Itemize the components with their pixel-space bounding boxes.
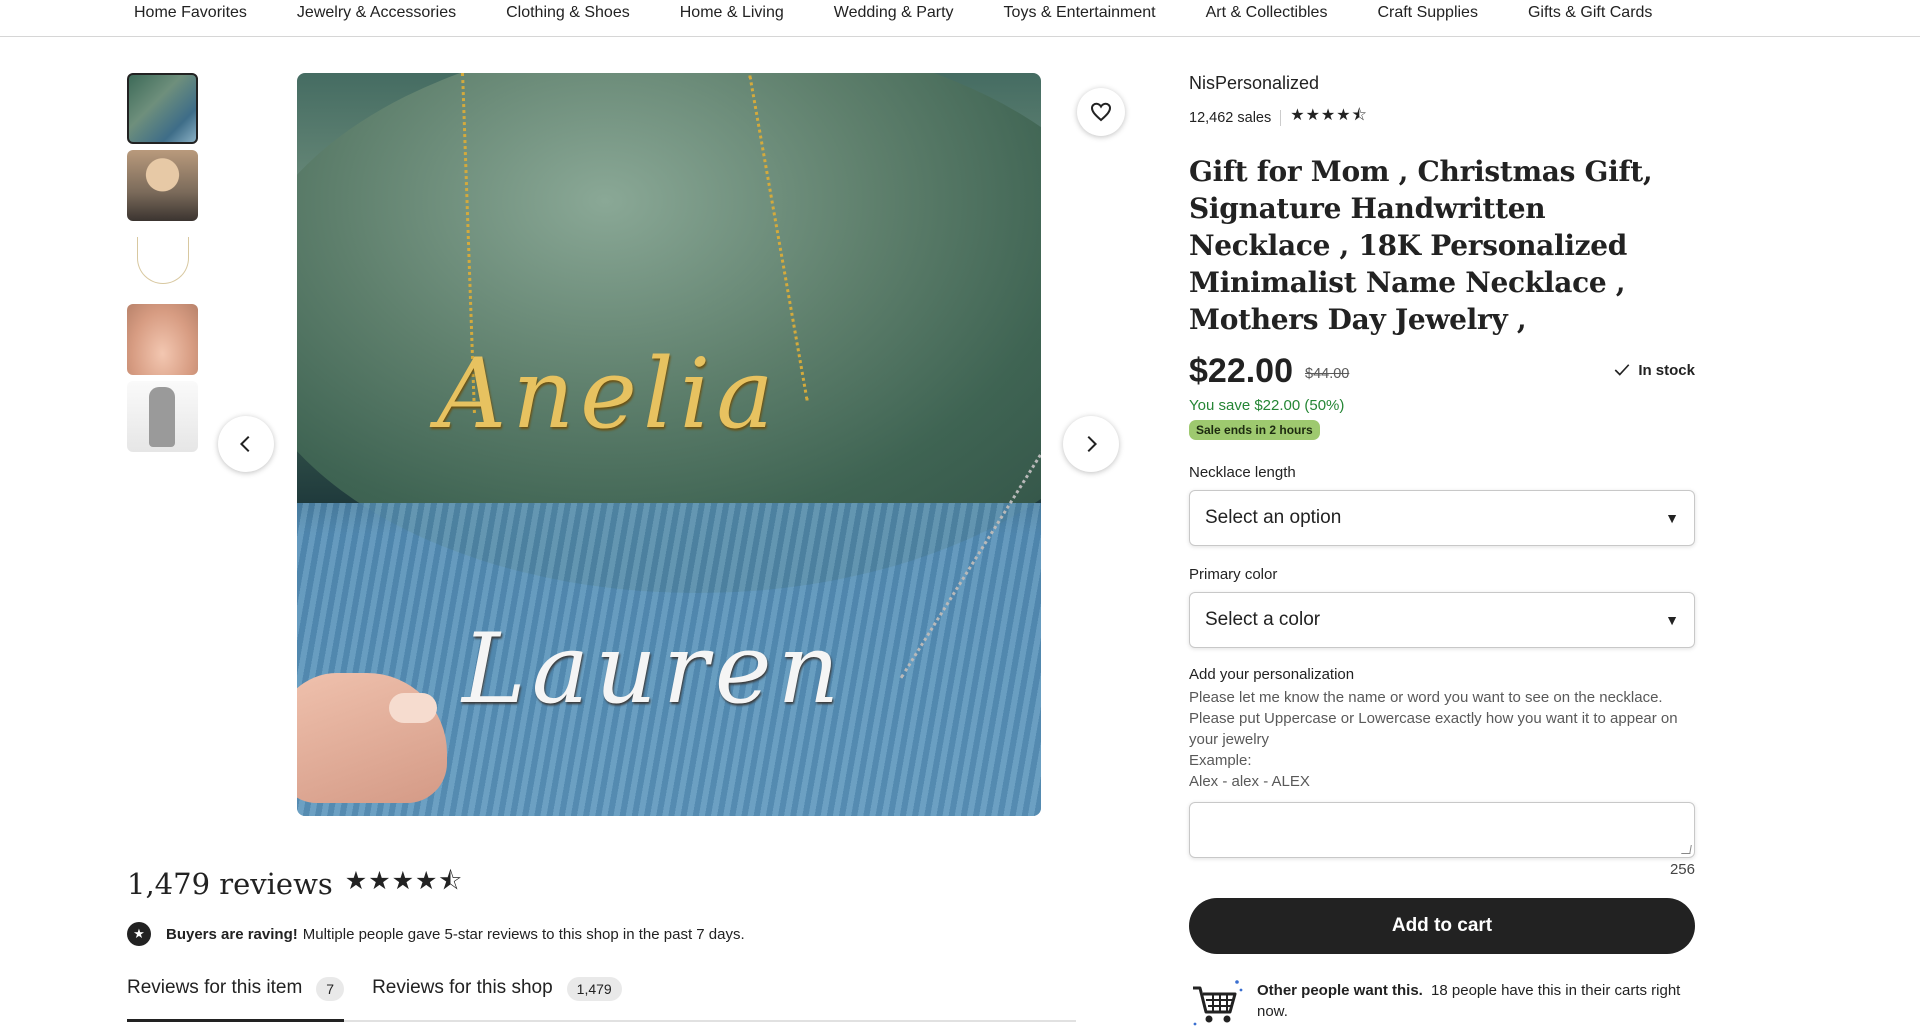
category-list: Home Favorites Jewelry & Accessories Cloth… bbox=[134, 4, 1702, 22]
tab-reviews-shop-count: 1,479 bbox=[566, 977, 622, 1001]
reviews-rating-stars: ★★★★⯪ bbox=[344, 867, 464, 895]
buyers-raving-banner: ★ Buyers are raving! Multiple people gav… bbox=[127, 922, 745, 946]
stock-status: In stock bbox=[1613, 361, 1695, 379]
category-link[interactable]: Home & Living bbox=[680, 4, 784, 22]
thumbnail-strip bbox=[127, 73, 198, 458]
price-row: $22.00 $44.00 In stock bbox=[1189, 352, 1695, 391]
shopping-cart-icon bbox=[1193, 980, 1243, 1026]
image-gold-name: Anelia bbox=[437, 338, 780, 450]
primary-color-select[interactable]: Select a color ▼ bbox=[1189, 592, 1695, 648]
previous-image-button[interactable] bbox=[218, 416, 274, 472]
heart-icon bbox=[1090, 102, 1112, 122]
chevron-right-icon bbox=[1087, 435, 1098, 453]
shop-sales: 12,462 sales bbox=[1189, 109, 1272, 126]
help-line: Example: bbox=[1189, 752, 1252, 769]
thumbnail-3[interactable] bbox=[127, 227, 198, 298]
personalization-char-count: 256 bbox=[1669, 861, 1695, 878]
add-to-cart-button[interactable]: Add to cart bbox=[1189, 898, 1695, 954]
demand-bold: Other people want this. bbox=[1257, 982, 1423, 999]
next-image-button[interactable] bbox=[1063, 416, 1119, 472]
favorite-button[interactable] bbox=[1077, 88, 1125, 136]
reviews-header: 1,479 reviews ★★★★⯪ bbox=[127, 862, 463, 905]
star-badge-icon: ★ bbox=[127, 922, 151, 946]
divider bbox=[1280, 109, 1282, 126]
image-silver-name: Lauren bbox=[462, 613, 846, 725]
category-link[interactable]: Gifts & Gift Cards bbox=[1528, 4, 1652, 22]
listing-title: Gift for Mom , Christmas Gift, Signature… bbox=[1189, 155, 1653, 336]
category-link[interactable]: Home Favorites bbox=[134, 4, 247, 22]
primary-color-label: Primary color bbox=[1189, 566, 1278, 583]
shop-rating-stars[interactable]: ★★★★⯪ bbox=[1290, 104, 1368, 131]
thumbnail-5[interactable] bbox=[127, 381, 198, 452]
help-line: Please let me know the name or word you … bbox=[1189, 689, 1663, 706]
tab-reviews-item[interactable]: Reviews for this item 7 bbox=[127, 977, 345, 1022]
category-link[interactable]: Craft Supplies bbox=[1377, 4, 1478, 22]
category-link[interactable]: Jewelry & Accessories bbox=[297, 4, 456, 22]
necklace-length-select[interactable]: Select an option ▼ bbox=[1189, 490, 1695, 546]
tab-reviews-shop-label: Reviews for this shop bbox=[372, 977, 553, 998]
thumbnail-4[interactable] bbox=[127, 304, 198, 375]
main-product-image[interactable]: Anelia Lauren bbox=[297, 73, 1041, 816]
sale-price: $22.00 bbox=[1189, 352, 1293, 390]
sale-ends-badge: Sale ends in 2 hours bbox=[1189, 420, 1320, 440]
category-nav: Home Favorites Jewelry & Accessories Cloth… bbox=[0, 0, 1920, 37]
chevron-left-icon bbox=[239, 435, 250, 453]
savings-text: You save $22.00 (50%) bbox=[1189, 397, 1345, 414]
demand-notice: Other people want this. 18 people have t… bbox=[1189, 976, 1695, 1028]
tab-reviews-item-count: 7 bbox=[316, 977, 345, 1001]
image-fingernail bbox=[389, 693, 437, 723]
primary-color-value: Select a color bbox=[1205, 609, 1321, 630]
category-link[interactable]: Toys & Entertainment bbox=[1004, 4, 1156, 22]
stock-text: In stock bbox=[1638, 361, 1695, 379]
original-price: $44.00 bbox=[1305, 365, 1350, 382]
check-icon bbox=[1614, 364, 1630, 376]
thumbnail-2[interactable] bbox=[127, 150, 198, 221]
caret-down-icon: ▼ bbox=[1665, 510, 1679, 526]
reviews-tabs: Reviews for this item 7 Reviews for this… bbox=[127, 977, 1076, 1022]
personalization-label: Add your personalization bbox=[1189, 666, 1355, 683]
shop-name-link[interactable]: NisPersonalized bbox=[1189, 73, 1695, 94]
necklace-length-label: Necklace length bbox=[1189, 464, 1296, 481]
demand-text: Other people want this. 18 people have t… bbox=[1257, 980, 1695, 1028]
personalization-input[interactable] bbox=[1189, 802, 1695, 858]
tab-reviews-item-label: Reviews for this item bbox=[127, 977, 303, 998]
thumbnail-1[interactable] bbox=[127, 73, 198, 144]
raving-bold: Buyers are raving! bbox=[166, 925, 298, 943]
listing-panel: NisPersonalized 12,462 sales ★★★★⯪ Gift … bbox=[1189, 73, 1695, 1028]
shop-sales-row: 12,462 sales ★★★★⯪ bbox=[1189, 104, 1695, 131]
tab-reviews-shop[interactable]: Reviews for this shop 1,479 bbox=[372, 977, 622, 1022]
help-line: Please put Uppercase or Lowercase exactl… bbox=[1189, 710, 1678, 748]
category-link[interactable]: Wedding & Party bbox=[834, 4, 954, 22]
category-link[interactable]: Art & Collectibles bbox=[1206, 4, 1328, 22]
category-link[interactable]: Clothing & Shoes bbox=[506, 4, 630, 22]
necklace-length-value: Select an option bbox=[1205, 507, 1342, 528]
reviews-count: 1,479 reviews bbox=[127, 866, 333, 901]
help-line: Alex - alex - ALEX bbox=[1189, 773, 1310, 790]
caret-down-icon: ▼ bbox=[1665, 612, 1679, 628]
raving-text: Multiple people gave 5-star reviews to t… bbox=[302, 925, 745, 943]
personalization-help: Please let me know the name or word you … bbox=[1189, 687, 1695, 792]
